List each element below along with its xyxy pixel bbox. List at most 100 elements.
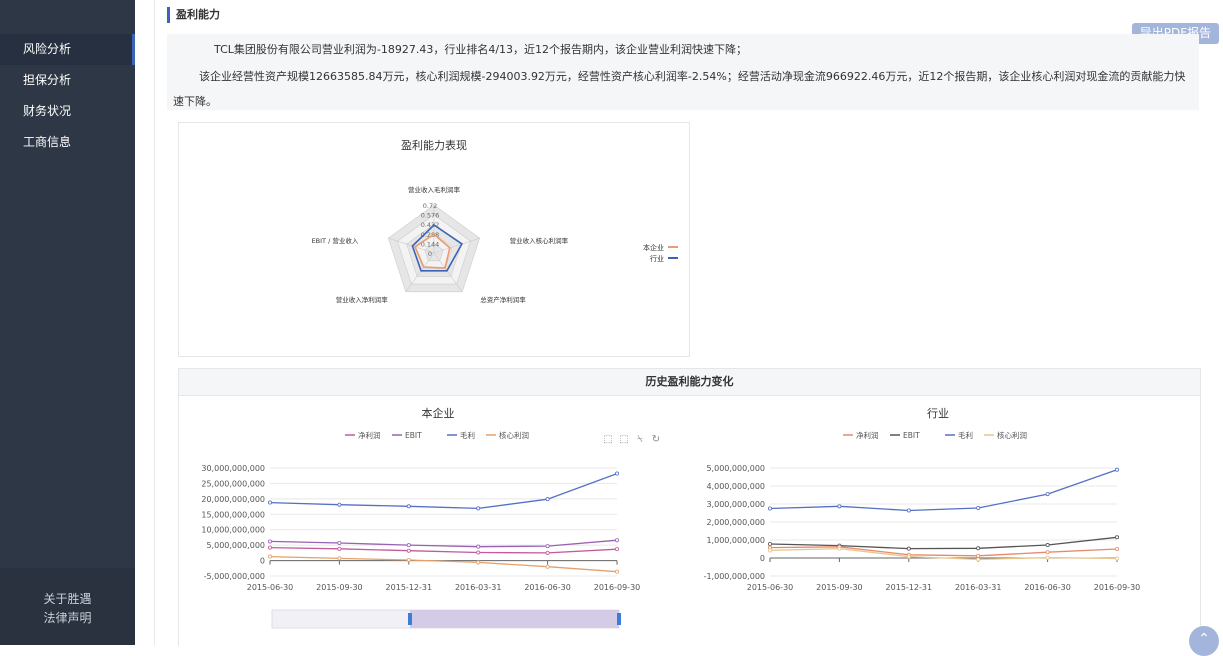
line-xtick-label: 2015-06-30: [247, 583, 294, 592]
radar-title: 盈利能力表现: [401, 138, 467, 152]
line-series-path: [269, 472, 618, 510]
summary-line-2: 该企业经营性资产规模12663585.84万元，核心利润规模-294003.92…: [199, 70, 1186, 83]
radar-tick-label: 0.72: [423, 202, 437, 210]
line-series-point: [614, 569, 619, 574]
line-xtick-label: 2015-12-31: [886, 583, 933, 592]
line-series-point: [545, 544, 550, 549]
refresh-icon[interactable]: ↻: [652, 434, 660, 445]
line-ytick-label: -5,000,000,000: [204, 572, 265, 581]
line-ytick-label: 0: [260, 557, 265, 566]
line-legend-label: 毛利: [958, 430, 973, 440]
line-legend-label: EBIT: [903, 431, 920, 440]
line-series-point: [1045, 555, 1050, 560]
line-ytick-label: 10,000,000,000: [201, 526, 265, 535]
line-series-point: [1045, 550, 1050, 555]
about-link[interactable]: 关于胜遇: [0, 590, 135, 607]
line-series-point: [976, 557, 981, 562]
line-series-point: [976, 505, 981, 510]
radar-indicator-label: EBIT / 营业收入: [312, 236, 359, 245]
line-legend-label: 净利润: [358, 430, 381, 440]
line-xtick-label: 2015-06-30: [747, 583, 794, 592]
sidebar-item-guarantee-analysis[interactable]: 担保分析: [0, 65, 135, 96]
line-xtick-label: 2016-09-30: [1094, 583, 1141, 592]
zoom-reset-icon[interactable]: ⬚: [619, 434, 628, 445]
line-series-point: [1114, 535, 1119, 540]
radar-chart: 盈利能力表现0.720.5760.4320.2880.1440营业收入毛利润率营…: [312, 138, 678, 304]
radar-indicator-label: 营业收入毛利润率: [408, 185, 461, 194]
line-ytick-label: -1,000,000,000: [704, 572, 765, 581]
line-series-point: [476, 550, 481, 555]
line-series-point: [1114, 556, 1119, 561]
radar-indicator-label: 总资产净利润率: [480, 295, 526, 304]
content-divider: [154, 0, 155, 645]
history-title: 历史盈利能力变化: [179, 369, 1200, 396]
company-line-chart: 本企业净利润 EBIT 毛利 核心利润 30,000,000,000 25,000,000…: [201, 406, 660, 629]
sidebar-item-risk-analysis[interactable]: 风险分析: [0, 34, 135, 65]
line-series-point: [268, 539, 273, 544]
line-series-path: [269, 555, 618, 573]
line-series-point: [614, 547, 619, 552]
line-ytick-label: 0: [760, 554, 765, 563]
sidebar-footer: 关于胜遇 法律声明: [0, 568, 135, 645]
line-series-point: [406, 557, 411, 562]
line-series-point: [906, 508, 911, 513]
line-series-point: [337, 546, 342, 551]
data-zoom-handle-left[interactable]: [408, 613, 412, 625]
line-series-point: [268, 545, 273, 550]
data-zoom-handle-right[interactable]: [617, 613, 621, 625]
line-chart-title: 本企业: [422, 406, 455, 420]
line-series-point: [906, 554, 911, 559]
scroll-top-button[interactable]: ⌃: [1189, 626, 1219, 656]
radar-tick-label: 0: [428, 250, 432, 258]
line-xtick-label: 2016-09-30: [594, 583, 641, 592]
line-xtick-label: 2016-06-30: [524, 583, 571, 592]
line-series-point: [476, 506, 481, 511]
line-xtick-label: 2015-09-30: [816, 583, 863, 592]
line-legend-label: 毛利: [460, 430, 475, 440]
sidebar-item-financial-status[interactable]: 财务状况: [0, 96, 135, 127]
line-legend-label: 净利润: [856, 430, 879, 440]
section-title: 盈利能力: [167, 7, 220, 23]
line-series-point: [614, 471, 619, 476]
radar-legend-label: 本企业: [643, 243, 664, 252]
line-series-point: [976, 546, 981, 551]
line-series-point: [837, 546, 842, 551]
line-series-point: [768, 506, 773, 511]
line-legend-label: EBIT: [405, 431, 422, 440]
line-ytick-label: 1,000,000,000: [706, 536, 765, 545]
line-series-point: [837, 504, 842, 509]
line-series-point: [1114, 546, 1119, 551]
line-series-point: [614, 538, 619, 543]
line-series-point: [268, 554, 273, 559]
line-legend-label: 核心利润: [997, 430, 1027, 440]
sidebar: 风险分析 担保分析 财务状况 工商信息 关于胜遇 法律声明: [0, 0, 135, 645]
line-legend-label: 核心利润: [499, 430, 529, 440]
chart-type-icon[interactable]: ⍀: [637, 434, 643, 445]
line-ytick-label: 5,000,000,000: [706, 464, 765, 473]
summary-line-1: TCL集团股份有限公司营业利润为-18927.43，行业排名4/13，近12个报…: [214, 43, 748, 56]
line-series-point: [406, 504, 411, 509]
line-series-point: [268, 500, 273, 505]
summary-box: TCL集团股份有限公司营业利润为-18927.43，行业排名4/13，近12个报…: [167, 34, 1199, 110]
line-series-point: [1045, 543, 1050, 548]
line-series-point: [406, 543, 411, 548]
line-series-point: [545, 497, 550, 502]
sidebar-item-business-info[interactable]: 工商信息: [0, 127, 135, 158]
line-xtick-label: 2015-12-31: [386, 583, 433, 592]
line-ytick-label: 15,000,000,000: [201, 510, 265, 519]
line-series-path: [269, 539, 618, 548]
line-ytick-label: 20,000,000,000: [201, 495, 265, 504]
line-series-point: [545, 564, 550, 569]
radar-tick-label: 0.576: [421, 212, 440, 220]
line-series-point: [768, 548, 773, 553]
zoom-icon[interactable]: ⬚: [603, 434, 612, 445]
line-series-point: [476, 544, 481, 549]
line-chart-title: 行业: [927, 407, 949, 420]
line-ytick-label: 25,000,000,000: [201, 479, 265, 488]
legal-link[interactable]: 法律声明: [0, 609, 135, 626]
line-series-point: [768, 541, 773, 546]
line-series-point: [976, 553, 981, 558]
line-series-point: [1045, 492, 1050, 497]
line-series-point: [337, 502, 342, 507]
radar-indicator-label: 营业收入核心利润率: [510, 236, 569, 245]
